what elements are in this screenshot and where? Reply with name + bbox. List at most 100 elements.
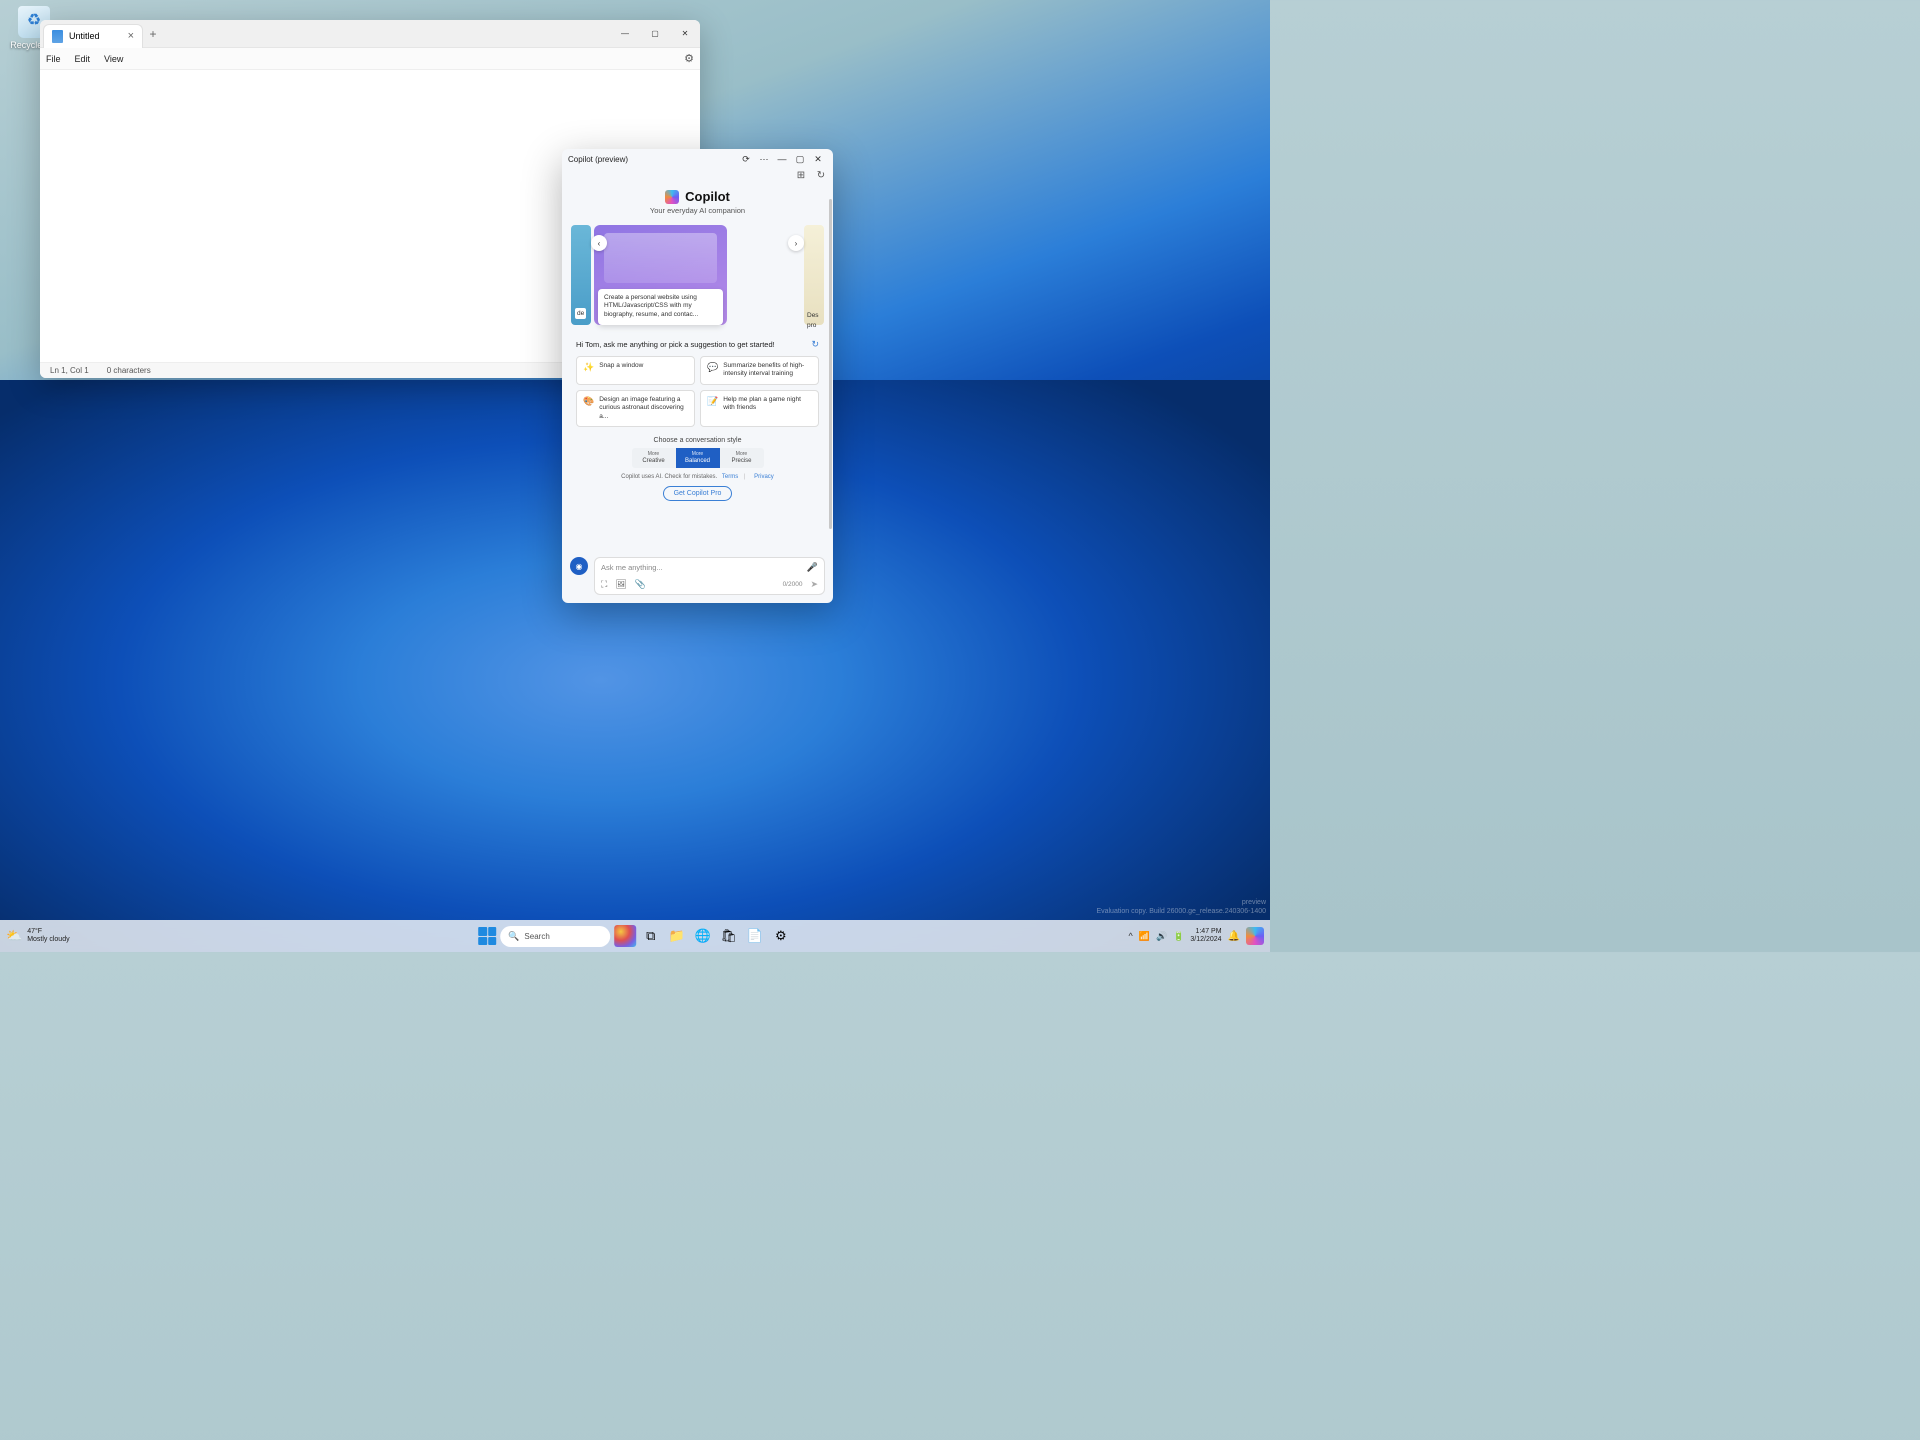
tray-notifications-icon[interactable]: 🔔 (1228, 931, 1240, 942)
style-more-label: More (736, 452, 747, 458)
style-precise[interactable]: More Precise (720, 448, 764, 468)
notepad-tab-title: Untitled (69, 31, 100, 41)
copilot-titlebar[interactable]: Copilot (preview) ⟳ ⋯ — ▢ ✕ (562, 149, 833, 169)
style-balanced[interactable]: More Balanced (676, 448, 720, 468)
suggestion-text: Summarize benefits of high-intensity int… (723, 362, 812, 379)
notepad-tab[interactable]: Untitled × (43, 24, 143, 48)
carousel-prev-text: de (575, 308, 586, 319)
greeting-text: Hi Tom, ask me anything or pick a sugges… (576, 340, 811, 349)
copilot-input-area: ◉ 🎤 ⛶ 🖼 📎 0/2000 ➤ (562, 551, 833, 603)
search-label: Search (524, 932, 549, 941)
copilot-inputbox: 🎤 ⛶ 🖼 📎 0/2000 ➤ (594, 557, 825, 595)
weather-temp: 47°F (27, 928, 69, 936)
attach-icon[interactable]: 📎 (635, 579, 646, 590)
copilot-brand: Copilot (685, 189, 730, 204)
mic-icon[interactable]: 🎤 (807, 562, 818, 573)
maximize-button[interactable]: ▢ (640, 23, 670, 45)
style-name: Balanced (685, 458, 710, 465)
taskbar-weather[interactable]: ⛅ 47°F Mostly cloudy (6, 928, 70, 944)
taskbar-notepad-icon[interactable]: 📄 (744, 925, 766, 947)
suggestion-summarize[interactable]: 💬 Summarize benefits of high-intensity i… (700, 356, 819, 385)
taskbar-settings-icon[interactable]: ⚙ (770, 925, 792, 947)
copilot-body: Copilot Your everyday AI companion de Cr… (562, 185, 833, 551)
char-count: 0/2000 (783, 581, 803, 588)
recent-topics-icon[interactable]: ↻ (811, 339, 819, 350)
style-creative[interactable]: More Creative (632, 448, 676, 468)
suggestion-text: Design an image featuring a curious astr… (599, 396, 688, 421)
screenshot-icon[interactable]: ⛶ (601, 579, 607, 590)
get-copilot-pro-button[interactable]: Get Copilot Pro (663, 486, 733, 501)
suggestion-text: Snap a window (599, 362, 643, 370)
watermark-line1: preview (1096, 899, 1266, 907)
copilot-input[interactable] (601, 563, 807, 572)
style-more-label: More (692, 452, 703, 458)
taskbar-store-icon[interactable]: 🛍 (718, 925, 740, 947)
minimize-button[interactable]: — (773, 150, 791, 168)
carousel-next-text1: Des (807, 312, 819, 319)
suggestion-design-image[interactable]: 🎨 Design an image featuring a curious as… (576, 390, 695, 427)
add-tab-button[interactable]: + (143, 27, 163, 41)
close-button[interactable]: ✕ (670, 23, 700, 45)
taskbar-widgets-icon[interactable] (614, 925, 636, 947)
carousel-card-prev[interactable]: de (571, 225, 591, 325)
suggestion-plan-game[interactable]: 📝 Help me plan a game night with friends (700, 390, 819, 427)
start-button[interactable] (478, 927, 496, 945)
plugins-icon[interactable]: ⊞ (795, 169, 807, 181)
tray-wifi-icon[interactable]: 📶 (1139, 931, 1150, 942)
suggestion-grid: ✨ Snap a window 💬 Summarize benefits of … (576, 356, 819, 427)
tray-chevron-icon[interactable]: ^ (1129, 931, 1133, 941)
send-icon[interactable]: ➤ (810, 579, 818, 590)
style-selector: More Creative More Balanced More Precise (566, 448, 829, 468)
carousel: de Create a personal website using HTML/… (574, 225, 821, 325)
palette-icon: 🎨 (583, 396, 594, 407)
chat-icon: 💬 (707, 362, 718, 373)
minimize-button[interactable]: — (610, 23, 640, 45)
search-box[interactable]: 🔍 Search (500, 926, 610, 947)
tray-volume-icon[interactable]: 🔊 (1156, 931, 1167, 942)
copilot-avatar-icon[interactable]: ◉ (570, 557, 588, 575)
terms-link[interactable]: Terms (722, 474, 738, 480)
maximize-button[interactable]: ▢ (791, 150, 809, 168)
taskbar-copilot-icon[interactable] (1246, 927, 1264, 945)
carousel-next-text2: pro (807, 322, 816, 329)
watermark-line2: Evaluation copy. Build 26000.ge_release.… (1096, 908, 1266, 916)
menu-file[interactable]: File (46, 54, 61, 64)
taskbar: ⛅ 47°F Mostly cloudy 🔍 Search ⧉ 📁 🌐 🛍 📄 … (0, 920, 1270, 952)
scrollbar[interactable] (829, 199, 832, 529)
watermark: preview Evaluation copy. Build 26000.ge_… (1096, 899, 1266, 916)
gear-icon[interactable]: ⚙ (684, 52, 694, 65)
close-tab-button[interactable]: × (128, 30, 134, 42)
document-icon (52, 30, 63, 43)
status-position: Ln 1, Col 1 (50, 366, 89, 375)
taskbar-clock[interactable]: 1:47 PM 3/12/2024 (1190, 928, 1221, 945)
copilot-title: Copilot (preview) (568, 155, 628, 164)
tray-battery-icon[interactable]: 🔋 (1173, 931, 1184, 942)
close-button[interactable]: ✕ (809, 150, 827, 168)
image-icon[interactable]: 🖼 (615, 579, 626, 590)
taskbar-explorer-icon[interactable]: 📁 (666, 925, 688, 947)
menu-edit[interactable]: Edit (75, 54, 91, 64)
taskbar-taskview-icon[interactable]: ⧉ (640, 925, 662, 947)
clock-time: 1:47 PM (1190, 928, 1221, 936)
copilot-logo-icon (665, 190, 679, 204)
disclaimer-text: Copilot uses AI. Check for mistakes. (621, 474, 717, 480)
privacy-link[interactable]: Privacy (754, 474, 774, 480)
taskbar-edge-icon[interactable]: 🌐 (692, 925, 714, 947)
carousel-prev-button[interactable]: ‹ (591, 235, 607, 251)
style-label: Choose a conversation style (566, 437, 829, 444)
history-icon[interactable]: ↻ (815, 169, 827, 181)
status-chars: 0 characters (107, 366, 151, 375)
carousel-caption: Create a personal website using HTML/Jav… (598, 289, 723, 325)
weather-cond: Mostly cloudy (27, 936, 69, 944)
suggestion-snap-window[interactable]: ✨ Snap a window (576, 356, 695, 385)
refresh-icon[interactable]: ⟳ (737, 150, 755, 168)
clock-date: 3/12/2024 (1190, 936, 1221, 944)
carousel-next-button[interactable]: › (788, 235, 804, 251)
notepad-titlebar[interactable]: Untitled × + — ▢ ✕ (40, 20, 700, 48)
suggestion-text: Help me plan a game night with friends (723, 396, 812, 413)
style-more-label: More (648, 452, 659, 458)
search-icon: 🔍 (508, 931, 519, 942)
carousel-card-next[interactable]: Des pro (804, 225, 824, 325)
more-icon[interactable]: ⋯ (755, 150, 773, 168)
menu-view[interactable]: View (104, 54, 123, 64)
